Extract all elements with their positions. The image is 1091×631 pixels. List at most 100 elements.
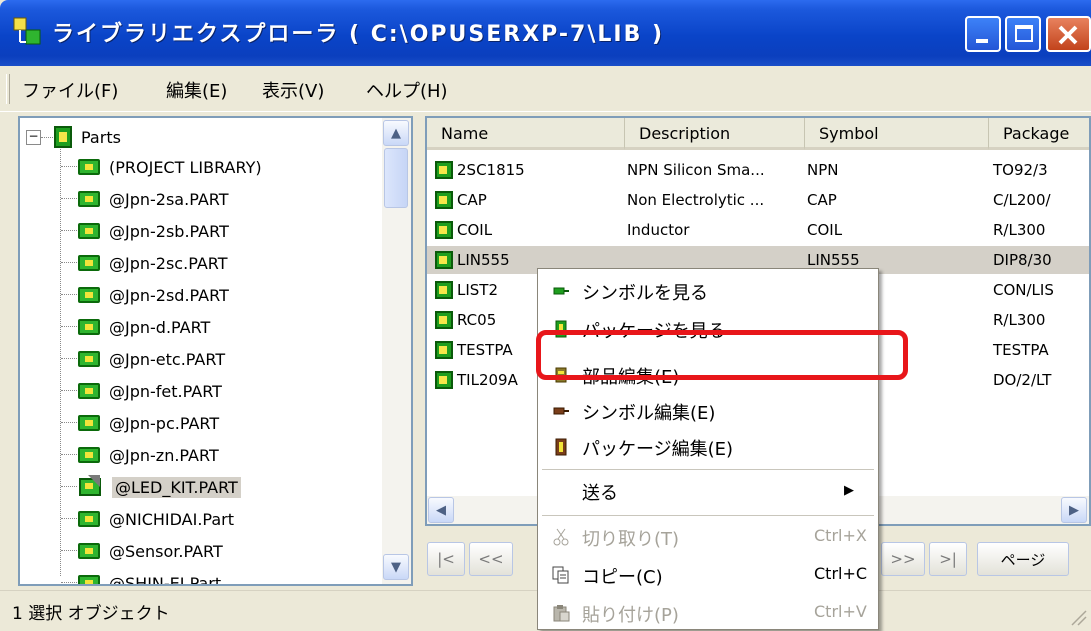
menu-bar: ファイル(F) 編集(E) 表示(V) ヘルプ(H): [0, 66, 1091, 112]
part-icon: [435, 251, 453, 269]
tree-connector: [61, 230, 77, 231]
list-row[interactable]: COIL Inductor COIL R/L300: [427, 216, 1089, 244]
tree-item-label: (PROJECT LIBRARY): [109, 157, 262, 177]
cell-symbol: NPN: [807, 161, 839, 179]
part-file-icon: [78, 575, 100, 584]
tree-item[interactable]: @LED_KIT.PART: [78, 472, 241, 502]
context-menu-item[interactable]: 貼り付け(P) Ctrl+V: [538, 595, 878, 631]
tree-item-label: @Jpn-zn.PART: [109, 445, 219, 465]
scroll-left-button[interactable]: ◀: [428, 497, 454, 523]
scroll-right-button[interactable]: ▶: [1061, 497, 1087, 523]
context-menu-item[interactable]: シンボル編集(E): [538, 393, 878, 429]
context-menu-label: 切り取り(T): [582, 529, 680, 550]
tree-root[interactable]: Parts: [54, 122, 124, 152]
menu-grip[interactable]: [6, 74, 10, 104]
tree-item[interactable]: @Jpn-etc.PART: [78, 344, 228, 374]
cell-name: COIL: [457, 221, 493, 239]
cell-package: TESTPA: [993, 341, 1049, 359]
cell-name: LIST2: [457, 281, 499, 299]
scroll-up-button[interactable]: ▲: [383, 120, 409, 146]
part-file-icon: [78, 383, 100, 399]
cell-name: TIL209A: [457, 371, 518, 389]
tree-connector: [61, 518, 77, 519]
context-menu-label: 送る: [582, 483, 618, 504]
tree-item[interactable]: @Jpn-2sc.PART: [78, 248, 230, 278]
context-menu-item[interactable]: 切り取り(T) Ctrl+X: [538, 519, 878, 555]
tree-connector: [61, 486, 77, 487]
part-file-icon: [78, 319, 100, 335]
menu-separator: [542, 515, 874, 517]
part-icon: [435, 191, 453, 209]
part-file-icon: [78, 255, 100, 271]
tree-item[interactable]: @Jpn-d.PART: [78, 312, 213, 342]
tree-item-label: @SHIN-EI.Part: [109, 573, 222, 586]
tree-item[interactable]: @Sensor.PART: [78, 536, 226, 566]
column-name[interactable]: Name: [427, 118, 625, 150]
scroll-down-button[interactable]: ▼: [383, 554, 409, 580]
tree-item[interactable]: (PROJECT LIBRARY): [78, 152, 265, 182]
tree-item-label: @Jpn-2sa.PART: [109, 189, 229, 209]
part-icon: [435, 341, 453, 359]
column-symbol[interactable]: Symbol: [805, 118, 989, 150]
scroll-thumb[interactable]: [384, 148, 408, 208]
maximize-button[interactable]: [1005, 16, 1041, 52]
tree-item[interactable]: @Jpn-2sa.PART: [78, 184, 232, 214]
next-page-button[interactable]: >>: [881, 542, 925, 576]
part-icon: [435, 281, 453, 299]
tree-scrollbar[interactable]: ▲ ▼: [382, 118, 411, 584]
paste-icon: [552, 604, 570, 622]
resize-grip-icon[interactable]: [1068, 607, 1088, 627]
prev-page-button[interactable]: <<: [469, 542, 513, 576]
tree-connector: [61, 582, 77, 583]
list-row[interactable]: 2SC1815 NPN Silicon Sma... NPN TO92/3: [427, 156, 1089, 184]
menu-view[interactable]: 表示(V): [258, 74, 328, 106]
collapse-toggle[interactable]: −: [26, 130, 41, 145]
cell-package: TO92/3: [993, 161, 1048, 179]
part-file-icon: [78, 511, 100, 527]
context-menu-item[interactable]: パッケージ編集(E): [538, 429, 878, 465]
last-page-button[interactable]: >|: [929, 542, 967, 576]
tree-item[interactable]: @Jpn-2sb.PART: [78, 216, 232, 246]
tree-connector: [61, 550, 77, 551]
part-icon: [435, 161, 453, 179]
symbol-edit-icon: [552, 402, 570, 420]
annotation-highlight-box: [536, 330, 908, 380]
tree-connector: [61, 262, 77, 263]
symbol-view-icon: [552, 282, 570, 300]
context-menu-label: シンボルを見る: [582, 283, 708, 304]
package-edit-icon: [552, 438, 570, 456]
minimize-button[interactable]: [965, 16, 1001, 52]
tree-item[interactable]: @Jpn-zn.PART: [78, 440, 222, 470]
library-tree[interactable]: − Parts (PROJECT LIBRARY) @Jpn-2sa.PART @J…: [18, 116, 413, 586]
column-description[interactable]: Description: [625, 118, 805, 150]
context-menu-item[interactable]: コピー(C) Ctrl+C: [538, 557, 878, 593]
part-file-icon: [78, 159, 100, 175]
tree-item[interactable]: @SHIN-EI.Part: [78, 568, 224, 586]
tree-item[interactable]: @NICHIDAI.Part: [78, 504, 237, 534]
cell-symbol: CAP: [807, 191, 837, 209]
cell-description: Non Electrolytic ...: [627, 191, 765, 209]
close-button[interactable]: [1046, 16, 1091, 52]
tree-item-label: @Jpn-2sd.PART: [109, 285, 229, 305]
menu-file[interactable]: ファイル(F): [18, 74, 122, 106]
tree-connector: [61, 358, 77, 359]
context-menu-item[interactable]: シンボルを見る: [538, 273, 878, 309]
part-file-icon: [78, 415, 100, 431]
tree-item-label: @Jpn-fet.PART: [109, 381, 222, 401]
cell-symbol: COIL: [807, 221, 843, 239]
tree-connector: [61, 166, 77, 167]
column-package[interactable]: Package: [989, 118, 1089, 150]
first-page-button[interactable]: |<: [427, 542, 465, 576]
page-button[interactable]: ページ: [977, 542, 1069, 576]
menu-edit[interactable]: 編集(E): [162, 74, 231, 106]
context-menu-item[interactable]: 送る ▶: [538, 473, 878, 509]
part-icon: [435, 221, 453, 239]
menu-help[interactable]: ヘルプ(H): [362, 74, 452, 106]
tree-item[interactable]: @Jpn-pc.PART: [78, 408, 222, 438]
tree-item[interactable]: @Jpn-2sd.PART: [78, 280, 232, 310]
title-bar[interactable]: ライブラリエクスプローラ ( C:\OPUSERXP-7\LIB ): [0, 0, 1091, 66]
list-row[interactable]: CAP Non Electrolytic ... CAP C/L200/: [427, 186, 1089, 214]
part-icon: [435, 371, 453, 389]
tree-item[interactable]: @Jpn-fet.PART: [78, 376, 225, 406]
status-text: 1 選択 オブジェクト: [12, 604, 170, 624]
